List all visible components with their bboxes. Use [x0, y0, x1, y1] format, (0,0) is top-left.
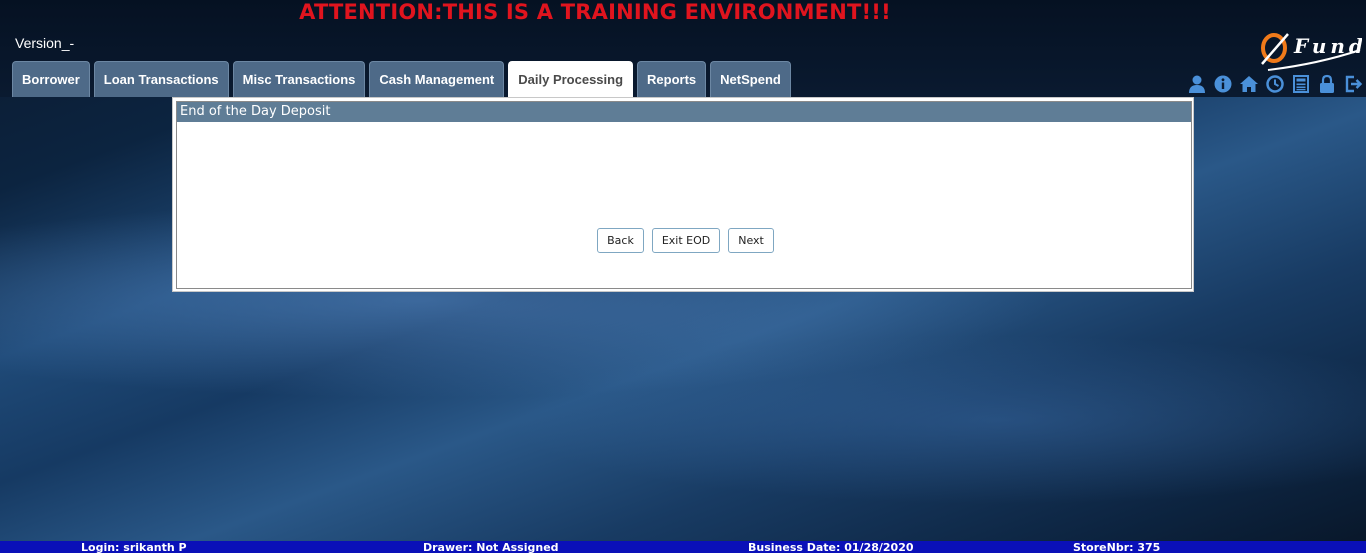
calculator-icon[interactable] — [1291, 74, 1311, 94]
user-icon[interactable] — [1187, 74, 1207, 94]
logout-icon[interactable] — [1343, 74, 1363, 94]
drawer-status: Drawer: Not Assigned — [423, 541, 559, 553]
next-button[interactable]: Next — [728, 228, 774, 253]
version-label: Version_- — [15, 35, 75, 51]
back-button[interactable]: Back — [597, 228, 644, 253]
qfund-logo: Fund — [1258, 26, 1363, 72]
store-number-status: StoreNbr: 375 — [1073, 541, 1161, 553]
business-date-status: Business Date: 01/28/2020 — [748, 541, 914, 553]
tab-netspend[interactable]: NetSpend — [710, 61, 791, 97]
tab-daily-processing[interactable]: Daily Processing — [508, 61, 634, 97]
panel-title: End of the Day Deposit — [177, 102, 1191, 122]
tab-borrower[interactable]: Borrower — [12, 61, 90, 97]
clock-icon[interactable] — [1265, 74, 1285, 94]
toolbar-icons — [1187, 74, 1363, 94]
logo-text: Fund — [1293, 34, 1362, 58]
main-nav-tabs: Borrower Loan Transactions Misc Transact… — [12, 61, 791, 97]
button-row: Back Exit EOD Next — [177, 228, 1191, 253]
tab-reports[interactable]: Reports — [637, 61, 707, 97]
lock-icon[interactable] — [1317, 74, 1337, 94]
home-icon[interactable] — [1239, 74, 1259, 94]
tab-misc-transactions[interactable]: Misc Transactions — [232, 61, 366, 97]
info-icon[interactable] — [1213, 74, 1233, 94]
training-banner: ATTENTION:THIS IS A TRAINING ENVIRONMENT… — [299, 0, 891, 24]
tab-cash-management[interactable]: Cash Management — [369, 61, 505, 97]
tab-loan-transactions[interactable]: Loan Transactions — [93, 61, 229, 97]
status-bar: Login: srikanth P Drawer: Not Assigned B… — [0, 541, 1366, 553]
login-status: Login: srikanth P — [81, 541, 187, 553]
exit-eod-button[interactable]: Exit EOD — [651, 228, 721, 253]
eod-deposit-panel: End of the Day Deposit Back Exit EOD Nex… — [176, 101, 1192, 289]
eod-deposit-container: End of the Day Deposit Back Exit EOD Nex… — [172, 97, 1194, 292]
